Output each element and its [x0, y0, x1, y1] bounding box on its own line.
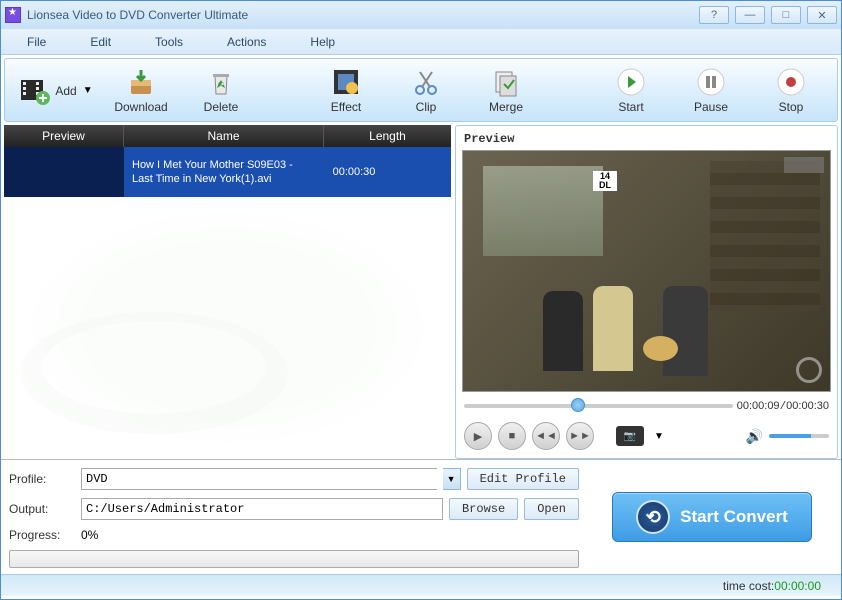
pause-label: Pause [694, 100, 728, 114]
clip-button[interactable]: Clip [386, 62, 466, 118]
list-body: How I Met Your Mother S09E03 - Last Time… [4, 147, 451, 459]
row-length: 00:00:30 [304, 166, 404, 178]
convert-label: Start Convert [680, 507, 788, 527]
snapshot-button[interactable]: 📷 [616, 426, 644, 446]
preview-title: Preview [460, 130, 833, 148]
col-length[interactable]: Length [324, 125, 451, 147]
effect-icon [330, 66, 362, 98]
statusbar: time cost: 00:00:00 [1, 574, 841, 596]
browse-button[interactable]: Browse [449, 498, 518, 520]
pause-icon [695, 66, 727, 98]
stop-icon [775, 66, 807, 98]
open-button[interactable]: Open [524, 498, 579, 520]
download-label: Download [114, 100, 167, 114]
stop-label: Stop [779, 100, 804, 114]
scissors-icon [410, 66, 442, 98]
filmstrip-add-icon [19, 74, 51, 106]
rewind-control[interactable]: ◄◄ [532, 422, 560, 450]
col-preview[interactable]: Preview [4, 125, 124, 147]
add-label: Add [55, 84, 76, 98]
row-thumbnail [4, 147, 124, 197]
menu-file[interactable]: File [15, 31, 58, 53]
effect-label: Effect [331, 100, 361, 114]
pause-button[interactable]: Pause [671, 62, 751, 118]
video-preview[interactable]: 14 DL [462, 150, 831, 392]
edit-profile-button[interactable]: Edit Profile [467, 468, 579, 490]
maximize-button[interactable]: □ [771, 6, 801, 24]
profile-combobox[interactable] [81, 468, 437, 490]
time-cost-value: 00:00:00 [774, 579, 821, 593]
effect-button[interactable]: Effect [306, 62, 386, 118]
menu-edit[interactable]: Edit [78, 31, 123, 53]
download-button[interactable]: Download [101, 62, 181, 118]
menu-help[interactable]: Help [298, 31, 347, 53]
minimize-button[interactable]: — [735, 6, 765, 24]
list-background [4, 197, 451, 459]
watermark-icon [784, 157, 824, 173]
file-list-panel: Preview Name Length How I Met Your Mothe… [4, 125, 451, 459]
list-header: Preview Name Length [4, 125, 451, 147]
profile-dropdown-arrow[interactable]: ▼ [443, 468, 461, 490]
clip-label: Clip [416, 100, 437, 114]
download-icon [125, 66, 157, 98]
network-logo-icon [796, 357, 822, 383]
menu-actions[interactable]: Actions [215, 31, 278, 53]
time-display: 00:00:09/00:00:30 [737, 400, 829, 413]
merge-button[interactable]: Merge [466, 62, 546, 118]
bottom-panel: Profile: ▼ Edit Profile Output: Browse O… [1, 459, 841, 574]
video-frame: 14 DL [463, 151, 830, 391]
output-label: Output: [9, 502, 75, 516]
toolbar: Add ▼ Download Delete Effect Clip Merge [4, 58, 838, 122]
playback-controls: ▶ ■ ◄◄ ►► 📷 ▼ 🔊 [460, 418, 833, 454]
rating-badge: 14 DL [593, 171, 617, 191]
forward-control[interactable]: ►► [566, 422, 594, 450]
start-label: Start [618, 100, 643, 114]
progress-bar [9, 550, 579, 568]
app-icon [5, 7, 21, 23]
progress-label: Progress: [9, 528, 75, 542]
merge-icon [490, 66, 522, 98]
titlebar: Lionsea Video to DVD Converter Ultimate … [1, 1, 841, 29]
time-cost-label: time cost: [723, 579, 774, 593]
row-filename: How I Met Your Mother S09E03 - Last Time… [124, 154, 304, 191]
convert-icon: ⟲ [636, 500, 670, 534]
menubar: File Edit Tools Actions Help [1, 29, 841, 55]
col-name[interactable]: Name [124, 125, 324, 147]
volume-slider[interactable] [769, 434, 829, 438]
delete-button[interactable]: Delete [181, 62, 261, 118]
menu-tools[interactable]: Tools [143, 31, 195, 53]
progress-value: 0% [81, 528, 105, 542]
timeline: 00:00:09/00:00:30 [460, 394, 833, 418]
start-button[interactable]: Start [591, 62, 671, 118]
stop-button[interactable]: Stop [751, 62, 831, 118]
settings-area: Profile: ▼ Edit Profile Output: Browse O… [9, 468, 579, 566]
delete-label: Delete [204, 100, 239, 114]
output-path-input[interactable] [81, 498, 443, 520]
close-button[interactable]: ✕ [807, 6, 837, 24]
convert-area: ⟲ Start Convert [591, 468, 833, 566]
seek-handle[interactable] [571, 398, 585, 412]
snapshot-dropdown[interactable]: ▼ [650, 431, 668, 442]
profile-label: Profile: [9, 472, 75, 486]
table-row[interactable]: How I Met Your Mother S09E03 - Last Time… [4, 147, 451, 197]
merge-label: Merge [489, 100, 523, 114]
play-icon [615, 66, 647, 98]
stop-control[interactable]: ■ [498, 422, 526, 450]
add-button[interactable]: Add ▼ [11, 62, 101, 118]
volume-icon[interactable]: 🔊 [746, 428, 763, 445]
preview-panel: Preview 14 DL 00:00:09/00:00:30 ▶ ■ ◄◄ ►… [455, 125, 838, 459]
content-area: Preview Name Length How I Met Your Mothe… [1, 125, 841, 459]
recycle-bin-icon [205, 66, 237, 98]
help-button[interactable]: ? [699, 6, 729, 24]
window-title: Lionsea Video to DVD Converter Ultimate [27, 8, 693, 22]
start-convert-button[interactable]: ⟲ Start Convert [612, 492, 812, 542]
dropdown-arrow-icon: ▼ [83, 85, 93, 96]
seek-slider[interactable] [464, 404, 733, 408]
play-control[interactable]: ▶ [464, 422, 492, 450]
